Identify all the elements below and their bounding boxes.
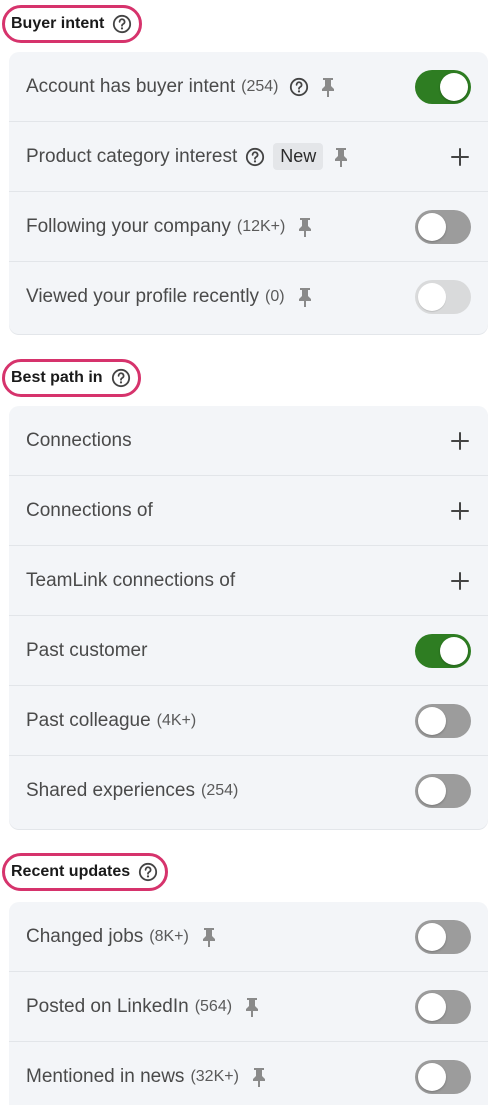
best-path-panel: Connections Connections of TeamLink conn… [9,406,488,829]
filter-row-product-category-interest: Product category interest New [9,122,488,192]
new-badge: New [273,143,324,170]
filter-count: (254) [241,77,279,95]
filter-row-changed-jobs: Changed jobs (8K+) [9,902,488,972]
filter-row-connections-of: Connections of [9,476,488,546]
filter-label: Following your company [26,215,231,237]
filter-label: Changed jobs [26,925,144,947]
filter-count: (254) [201,782,239,799]
filter-label: Past customer [26,639,148,661]
filter-count: (12K+) [236,217,286,235]
help-icon[interactable] [111,368,131,388]
filter-label: Viewed your profile recently [26,286,260,307]
toggle-knob [440,636,468,665]
section-title-label: Best path in [11,369,103,386]
filter-label: Connections [26,429,132,451]
toggle-knob [418,283,446,311]
filter-row-account-buyer-intent: Account has buyer intent (254) [9,52,488,122]
filter-row-following-company: Following your company (12K+) [9,192,488,262]
toggle-knob [418,922,446,951]
plus-icon[interactable] [449,146,471,168]
filter-row-past-customer: Past customer [9,616,488,686]
filter-row-shared-experiences: Shared experiences (254) [9,756,488,826]
pin-icon[interactable] [242,996,262,1018]
filter-label: Shared experiences [26,780,195,801]
toggle-switch[interactable] [415,209,471,244]
pin-icon[interactable] [295,286,315,308]
pin-icon[interactable] [249,1066,269,1088]
pin-icon[interactable] [331,146,351,168]
filter-row-teamlink-connections-of: TeamLink connections of [9,546,488,616]
filter-label: Mentioned in news [26,1066,185,1087]
filter-label: TeamLink connections of [26,569,236,591]
section-title-buyer-intent: Buyer intent [2,5,143,43]
filter-label: Posted on LinkedIn [26,995,189,1017]
filter-row-viewed-profile: Viewed your profile recently (0) [9,262,488,332]
toggle-switch[interactable] [415,703,471,738]
toggle-switch[interactable] [415,633,471,668]
toggle-switch[interactable] [415,69,471,104]
section-title-label: Recent updates [11,863,131,880]
toggle-knob [418,706,446,735]
filter-row-posted-linkedin: Posted on LinkedIn (564) [9,972,488,1042]
toggle-knob [440,72,468,101]
toggle-knob [418,777,446,805]
filter-row-mentioned-news: Mentioned in news (32K+) [9,1042,488,1105]
section-title-recent-updates: Recent updates [2,853,169,891]
plus-icon[interactable] [449,430,471,452]
toggle-knob [418,1063,446,1091]
toggle-switch[interactable] [415,280,471,314]
filter-count: (4K+) [156,711,197,729]
plus-icon[interactable] [449,570,471,592]
filter-count: (8K+) [149,927,189,945]
help-icon[interactable] [112,14,132,34]
filter-label: Past colleague [26,709,151,731]
pin-icon[interactable] [295,216,315,238]
filter-label: Account has buyer intent [26,75,236,97]
filter-row-past-colleague: Past colleague (4K+) [9,686,488,756]
help-icon[interactable] [289,77,309,97]
help-icon[interactable] [138,862,158,882]
recent-updates-panel: Changed jobs (8K+) Posted on LinkedIn (5… [9,902,488,1105]
filter-label: Connections of [26,499,153,521]
filter-row-connections: Connections [9,406,488,476]
toggle-knob [418,212,446,241]
toggle-switch[interactable] [415,774,471,808]
toggle-knob [418,992,446,1021]
toggle-switch[interactable] [415,919,471,954]
toggle-switch[interactable] [415,1060,471,1094]
toggle-switch[interactable] [415,989,471,1024]
buyer-intent-panel: Account has buyer intent (254) Product c… [9,52,488,334]
filter-label: Product category interest [26,145,238,167]
help-icon[interactable] [245,147,265,167]
filter-count: (32K+) [190,1068,239,1085]
pin-icon[interactable] [199,926,219,948]
filter-count: (564) [194,997,233,1015]
section-title-label: Buyer intent [11,15,105,32]
plus-icon[interactable] [449,500,471,522]
pin-icon[interactable] [318,76,338,98]
section-title-best-path-in: Best path in [2,359,141,397]
filter-count: (0) [265,288,285,305]
